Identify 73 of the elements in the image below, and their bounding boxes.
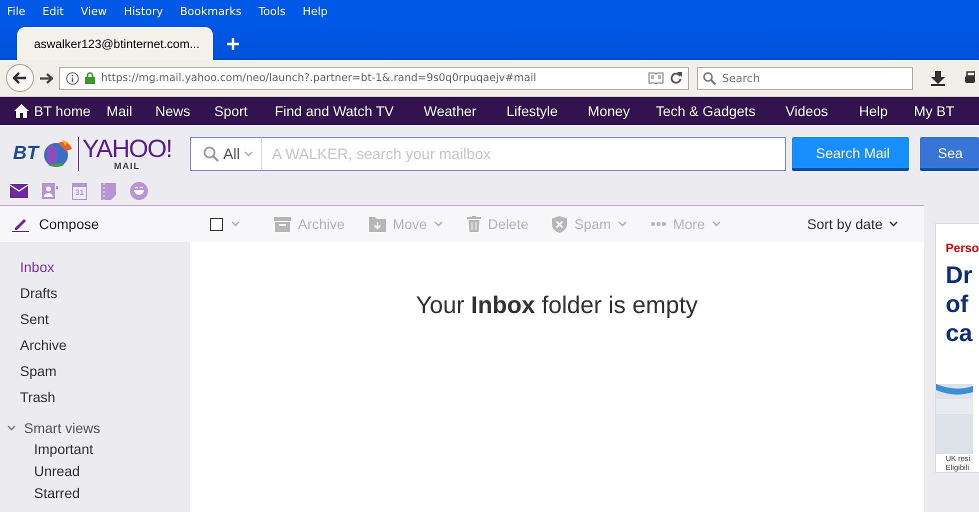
forward-icon[interactable] <box>40 72 53 84</box>
browser-tab[interactable]: aswalker123@btinternet.com... <box>17 27 213 60</box>
menu-item[interactable]: Help <box>302 4 328 18</box>
home-icon <box>14 104 29 118</box>
ad-headline: ca <box>946 319 974 348</box>
new-tab-icon[interactable] <box>227 38 239 50</box>
folder-item[interactable]: Trash <box>0 386 190 412</box>
reload-icon[interactable] <box>670 72 682 84</box>
site-nav-link[interactable]: Videos <box>785 103 828 119</box>
folder-item[interactable]: Drafts <box>0 282 190 308</box>
site-nav-link[interactable]: News <box>155 103 190 119</box>
site-nav-link[interactable]: Help <box>859 103 888 119</box>
site-nav-link[interactable]: My BT <box>914 103 954 119</box>
caret-icon <box>231 221 240 227</box>
ad-label: Perso <box>946 241 979 255</box>
reader-icon[interactable] <box>648 72 664 84</box>
back-arrow-icon <box>13 72 27 84</box>
pencil-icon <box>12 216 30 232</box>
mail-search-field[interactable]: A WALKER, search your mailbox <box>262 137 786 171</box>
caret-icon <box>434 221 443 227</box>
back-button[interactable] <box>6 64 34 92</box>
ad-headline: Dr <box>946 261 974 290</box>
globe-logo-icon <box>42 139 74 169</box>
shield-icon <box>552 216 568 232</box>
menu-item[interactable]: Bookmarks <box>180 4 242 18</box>
site-nav-link[interactable]: Tech & Gadgets <box>656 103 756 119</box>
smart-view-item[interactable]: Important <box>0 439 190 461</box>
folder-icon <box>368 216 386 232</box>
folder-item[interactable]: Archive <box>0 334 190 360</box>
search-button[interactable]: Sea <box>920 137 979 171</box>
site-nav-link[interactable]: Weather <box>424 103 476 119</box>
logo-subtitle: MAIL <box>114 161 140 171</box>
browser-search-field[interactable]: Search <box>697 66 913 90</box>
caret-icon <box>888 221 898 227</box>
folder-item[interactable]: Sent <box>0 308 190 334</box>
site-nav-link[interactable]: Mail <box>106 103 132 119</box>
menu-item[interactable]: Edit <box>42 4 64 18</box>
download-icon[interactable] <box>931 70 945 86</box>
address-bar[interactable]: https://mg.mail.yahoo.com/neo/launch?.partner=bt-1&.rand=9s0q0rpuqaejv#mail <box>59 66 689 90</box>
bt-logo-text: BT <box>13 143 38 165</box>
ad-headline: of <box>946 290 970 319</box>
menu-item[interactable]: View <box>80 4 107 18</box>
smart-view-item[interactable]: Unread <box>0 461 190 483</box>
empty-message: Your Inbox folder is empty <box>416 292 698 320</box>
info-icon <box>66 72 79 84</box>
caret-icon <box>7 425 16 431</box>
printer-icon[interactable] <box>965 70 975 86</box>
folder-item[interactable]: Inbox <box>0 256 190 282</box>
compose-button[interactable]: Compose <box>0 216 190 232</box>
smart-view-item[interactable]: Starred <box>0 483 190 505</box>
mail-icon[interactable] <box>10 184 28 198</box>
menu-item[interactable]: File <box>7 4 26 18</box>
caret-icon <box>618 221 627 227</box>
trash-icon <box>466 216 481 232</box>
site-nav-link[interactable]: BT home <box>14 103 91 119</box>
search-icon <box>203 146 220 162</box>
menu-item[interactable]: Tools <box>258 4 286 18</box>
folder-item[interactable]: Spam <box>0 360 190 386</box>
lock-icon <box>85 72 95 84</box>
sort-dropdown[interactable]: Sort by date <box>807 216 898 232</box>
site-nav-link[interactable]: Lifestyle <box>506 103 558 119</box>
caret-icon <box>712 221 721 227</box>
smart-views-toggle[interactable]: Smart views <box>0 412 190 439</box>
menu-item[interactable]: History <box>124 4 163 18</box>
yahoo-logo-text: YAHOO! <box>82 137 172 161</box>
scope-dropdown[interactable]: All <box>190 137 262 171</box>
caret-icon <box>244 151 253 157</box>
site-nav-link[interactable]: Find and Watch TV <box>274 103 394 119</box>
site-nav-link[interactable]: Sport <box>214 103 248 119</box>
select-all-checkbox[interactable] <box>210 218 240 230</box>
site-nav-link[interactable]: Money <box>588 103 630 119</box>
archive-icon <box>274 216 291 232</box>
dots-icon <box>650 222 666 226</box>
